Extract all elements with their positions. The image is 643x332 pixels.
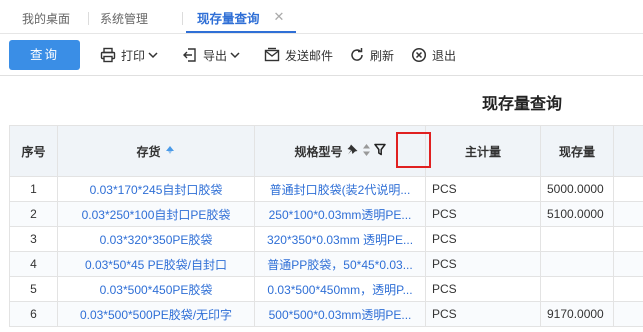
print-label: 打印 <box>121 48 146 63</box>
pin-icon[interactable] <box>346 143 359 159</box>
column-header-qty[interactable]: 现存量 <box>540 125 614 177</box>
cell-spec-link[interactable]: 250*100*0.03mm透明PE... <box>254 201 426 227</box>
export-label: 导出 <box>203 48 228 63</box>
active-tab-indicator <box>186 31 296 33</box>
export-icon <box>181 46 199 64</box>
cell-spec-link[interactable]: 普通PP胶袋，50*45*0.03... <box>254 251 426 277</box>
cell-no: 3 <box>9 226 58 252</box>
table-row[interactable]: 5 0.03*500*450PE胶袋 0.03*500*450mm，透明P...… <box>9 276 643 302</box>
refresh-label: 刷新 <box>370 48 395 63</box>
exit-label: 退出 <box>432 48 457 63</box>
cell-empty <box>613 176 643 202</box>
table-row[interactable]: 4 0.03*50*45 PE胶袋/自封口 普通PP胶袋，50*45*0.03.… <box>9 251 643 277</box>
table-header-row: 序号 存货 规格型号 主计量 现存量 <box>9 125 643 177</box>
refresh-button[interactable]: 刷新 <box>348 34 394 76</box>
cell-unit: PCS <box>425 201 541 227</box>
cell-no: 6 <box>9 301 58 327</box>
cell-unit: PCS <box>425 276 541 302</box>
cell-qty <box>540 226 614 252</box>
close-icon[interactable]: ✕ <box>272 10 286 24</box>
printer-icon <box>99 46 117 64</box>
table-row[interactable]: 3 0.03*320*350PE胶袋 320*350*0.03mm 透明PE..… <box>9 226 643 252</box>
column-header-no[interactable]: 序号 <box>9 125 58 177</box>
cell-item-link[interactable]: 0.03*170*245自封口胶袋 <box>57 176 255 202</box>
send-email-button[interactable]: 发送邮件 <box>263 34 333 76</box>
print-button[interactable]: 打印 <box>99 34 158 76</box>
tab-inventory-query[interactable]: 现存量查询 <box>197 0 260 34</box>
cell-empty <box>613 301 643 327</box>
chevron-down-icon <box>148 51 158 59</box>
cell-qty: 9170.0000 <box>540 301 614 327</box>
cell-qty <box>540 276 614 302</box>
cell-unit: PCS <box>425 251 541 277</box>
cell-empty <box>613 226 643 252</box>
column-header-unit[interactable]: 主计量 <box>425 125 541 177</box>
tab-separator <box>88 12 89 25</box>
close-circle-icon <box>410 46 428 64</box>
cell-item-link[interactable]: 0.03*250*100自封口PE胶袋 <box>57 201 255 227</box>
export-button[interactable]: 导出 <box>181 34 240 76</box>
cell-empty <box>613 251 643 277</box>
inventory-table: 序号 存货 规格型号 主计量 现存量 1 0.03*170*245自封口胶袋 普… <box>9 125 643 327</box>
cell-item-link[interactable]: 0.03*500*500PE胶袋/无印字 <box>57 301 255 327</box>
query-button[interactable]: 查询 <box>9 40 80 70</box>
send-email-label: 发送邮件 <box>285 48 334 63</box>
tab-separator <box>182 12 183 25</box>
email-icon <box>263 46 281 64</box>
cell-qty: 5100.0000 <box>540 201 614 227</box>
cell-unit: PCS <box>425 176 541 202</box>
refresh-icon <box>348 46 366 64</box>
cell-qty <box>540 251 614 277</box>
cell-spec-link[interactable]: 普通封口胶袋(装2代说明... <box>254 176 426 202</box>
sort-toggle-icon[interactable] <box>362 143 371 160</box>
cell-item-link[interactable]: 0.03*500*450PE胶袋 <box>57 276 255 302</box>
column-header-item[interactable]: 存货 <box>57 125 255 177</box>
cell-no: 1 <box>9 176 58 202</box>
exit-button[interactable]: 退出 <box>410 34 456 76</box>
cell-spec-link[interactable]: 500*500*0.03mm透明PE... <box>254 301 426 327</box>
cell-empty <box>613 201 643 227</box>
table-row[interactable]: 2 0.03*250*100自封口PE胶袋 250*100*0.03mm透明PE… <box>9 201 643 227</box>
cell-empty <box>613 276 643 302</box>
cell-qty: 5000.0000 <box>540 176 614 202</box>
filter-icon[interactable] <box>373 143 386 159</box>
cell-unit: PCS <box>425 301 541 327</box>
cell-item-link[interactable]: 0.03*320*350PE胶袋 <box>57 226 255 252</box>
highlight-box <box>396 132 431 168</box>
tab-system-management[interactable]: 系统管理 <box>100 0 148 34</box>
cell-unit: PCS <box>425 226 541 252</box>
table-row[interactable]: 1 0.03*170*245自封口胶袋 普通封口胶袋(装2代说明... PCS … <box>9 176 643 202</box>
page-title: 现存量查询 <box>482 96 563 113</box>
cell-item-link[interactable]: 0.03*50*45 PE胶袋/自封口 <box>57 251 255 277</box>
cell-no: 2 <box>9 201 58 227</box>
cell-no: 4 <box>9 251 58 277</box>
chevron-down-icon <box>230 51 240 59</box>
sort-icon[interactable] <box>164 144 176 159</box>
tab-bar: 我的桌面 系统管理 现存量查询 ✕ <box>0 0 643 34</box>
toolbar: 查询 打印 导出 发送邮件 刷新 退出 <box>0 34 643 76</box>
column-header-empty <box>613 125 643 177</box>
cell-no: 5 <box>9 276 58 302</box>
table-row[interactable]: 6 0.03*500*500PE胶袋/无印字 500*500*0.03mm透明P… <box>9 301 643 327</box>
tab-my-desktop[interactable]: 我的桌面 <box>22 0 70 34</box>
cell-spec-link[interactable]: 0.03*500*450mm，透明P... <box>254 276 426 302</box>
cell-spec-link[interactable]: 320*350*0.03mm 透明PE... <box>254 226 426 252</box>
